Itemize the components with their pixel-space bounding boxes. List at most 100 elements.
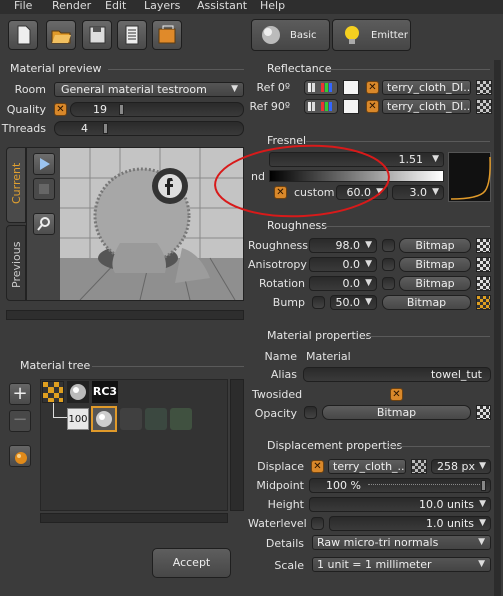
threads-slider-handle[interactable] <box>103 123 108 134</box>
displace-texture-button[interactable]: terry_cloth_... <box>328 459 406 474</box>
tree-value-node[interactable]: 100 <box>67 408 89 430</box>
opacity-bitmap-button[interactable]: Bitmap <box>322 405 471 420</box>
menu-help[interactable]: Help <box>260 0 285 12</box>
scale-select[interactable]: 1 unit = 1 millimeter ▼ <box>312 557 491 572</box>
play-icon <box>40 158 50 170</box>
remove-node-button[interactable]: − <box>9 410 31 432</box>
basic-mode-label: Basic <box>290 29 317 41</box>
fresnel-curve-graph <box>448 152 491 202</box>
material-properties-title: Material properties <box>267 329 372 342</box>
material-list-button[interactable] <box>117 20 147 50</box>
open-material-button[interactable] <box>46 20 76 50</box>
rc-node-icon[interactable]: RC3 <box>92 381 118 403</box>
material-node-button[interactable] <box>9 445 31 467</box>
tree-hscrollbar[interactable] <box>40 513 228 523</box>
tree-scrollbar[interactable] <box>230 379 244 511</box>
selected-material-node[interactable] <box>91 406 117 432</box>
ref0-color-mode[interactable] <box>304 80 338 95</box>
quality-label: Quality <box>6 103 46 116</box>
render-play-button[interactable] <box>33 153 55 175</box>
new-material-button[interactable] <box>8 20 38 50</box>
rotation-bitmap-button[interactable]: Bitmap <box>399 276 471 291</box>
list-doc-icon <box>125 25 139 45</box>
quality-slider-handle[interactable] <box>119 104 124 115</box>
preview-scrollbar[interactable] <box>6 310 244 320</box>
reflectance-title: Reflectance <box>267 62 332 75</box>
waterlevel-field[interactable]: 1.0 units ▼ <box>329 516 491 531</box>
rotation-map-checkbox[interactable] <box>382 277 395 290</box>
roughness-map-checkbox[interactable] <box>382 239 395 252</box>
render-stop-button[interactable] <box>33 178 55 200</box>
anisotropy-field[interactable]: 0.0 ▼ <box>309 257 377 272</box>
material-tree-title: Material tree <box>20 359 91 372</box>
quality-slider[interactable]: 19 <box>70 102 244 117</box>
new-file-icon <box>17 25 31 45</box>
ref90-texture-button[interactable]: terry_cloth_DI... <box>382 99 471 114</box>
alias-field[interactable]: towel_tut <box>303 367 491 382</box>
chevron-down-icon: ▼ <box>365 240 372 250</box>
zoom-preview-button[interactable] <box>33 213 55 235</box>
waterlevel-label: Waterlevel <box>248 517 307 530</box>
midpoint-slider-handle[interactable] <box>481 480 486 491</box>
midpoint-slider[interactable]: 100 % <box>309 478 491 493</box>
ref90-color-swatch[interactable] <box>343 99 359 114</box>
height-field[interactable]: 10.0 units ▼ <box>309 497 491 512</box>
details-select[interactable]: Raw micro-tri normals ▼ <box>312 535 491 550</box>
ref90-texture-checkbox[interactable]: ✕ <box>366 100 379 113</box>
bump-field[interactable]: 50.0 ▼ <box>330 295 377 310</box>
annotation-circle <box>214 144 390 218</box>
displace-resolution-field[interactable]: 258 px ▼ <box>431 459 491 474</box>
tree-connector <box>53 417 67 418</box>
menu-assistant[interactable]: Assistant <box>197 0 247 12</box>
sphere-node-icon[interactable] <box>67 381 89 403</box>
opacity-checkbox[interactable] <box>304 406 317 419</box>
tab-current[interactable]: Current <box>6 147 26 223</box>
minus-icon: − <box>12 409 28 430</box>
add-node-button[interactable]: + <box>9 383 31 405</box>
chevron-down-icon: ▼ <box>479 461 486 471</box>
anisotropy-map-checkbox[interactable] <box>382 258 395 271</box>
export-material-button[interactable] <box>152 20 182 50</box>
room-select[interactable]: General material testroom ▼ <box>54 82 244 97</box>
basic-mode-button[interactable]: Basic <box>251 19 330 51</box>
menu-edit[interactable]: Edit <box>105 0 126 12</box>
tab-previous[interactable]: Previous <box>6 225 26 301</box>
fresnel-ior-value: 1.51 <box>398 153 424 166</box>
anisotropy-bitmap-button[interactable]: Bitmap <box>399 257 471 272</box>
custom-b-field[interactable]: 3.0 ▼ <box>392 185 444 200</box>
emitter-mode-button[interactable]: Emitter <box>332 19 411 51</box>
waterlevel-checkbox[interactable] <box>311 517 324 530</box>
roughness-bitmap-button[interactable]: Bitmap <box>399 238 471 253</box>
threads-slider[interactable]: 4 <box>54 121 244 136</box>
divider <box>108 69 244 70</box>
bump-checkbox[interactable] <box>312 296 325 309</box>
menu-render[interactable]: Render <box>52 0 91 12</box>
bump-bitmap-button[interactable]: Bitmap <box>382 295 471 310</box>
properties-scrollbar[interactable] <box>494 60 501 596</box>
save-material-button[interactable] <box>82 20 112 50</box>
displace-texture-thumb <box>411 459 427 474</box>
save-disk-icon <box>89 26 106 44</box>
twosided-checkbox[interactable]: ✕ <box>390 388 403 401</box>
menu-file[interactable]: File <box>14 0 32 12</box>
chevron-down-icon: ▼ <box>432 154 439 164</box>
plus-icon: + <box>12 383 28 404</box>
ref90-color-mode[interactable] <box>304 99 338 114</box>
roughness-title: Roughness <box>267 219 328 232</box>
emitter-mode-label: Emitter <box>371 29 408 41</box>
menu-layers[interactable]: Layers <box>144 0 180 12</box>
divider <box>324 226 490 227</box>
scale-label: Scale <box>274 559 304 572</box>
roughness-field[interactable]: 98.0 ▼ <box>309 238 377 253</box>
quality-auto-checkbox[interactable]: ✕ <box>54 103 67 116</box>
chevron-down-icon: ▼ <box>478 559 485 569</box>
opacity-texture-thumb <box>476 405 491 420</box>
rotation-field[interactable]: 0.0 ▼ <box>309 276 377 291</box>
ref0-texture-checkbox[interactable]: ✕ <box>366 81 379 94</box>
ref0-color-swatch[interactable] <box>343 80 359 95</box>
accept-button[interactable]: Accept <box>152 548 231 578</box>
midpoint-label: Midpoint <box>256 479 304 492</box>
displace-checkbox[interactable]: ✕ <box>311 460 324 473</box>
texture-node-icon[interactable] <box>42 381 64 403</box>
ref0-texture-button[interactable]: terry_cloth_DI... <box>382 80 471 95</box>
